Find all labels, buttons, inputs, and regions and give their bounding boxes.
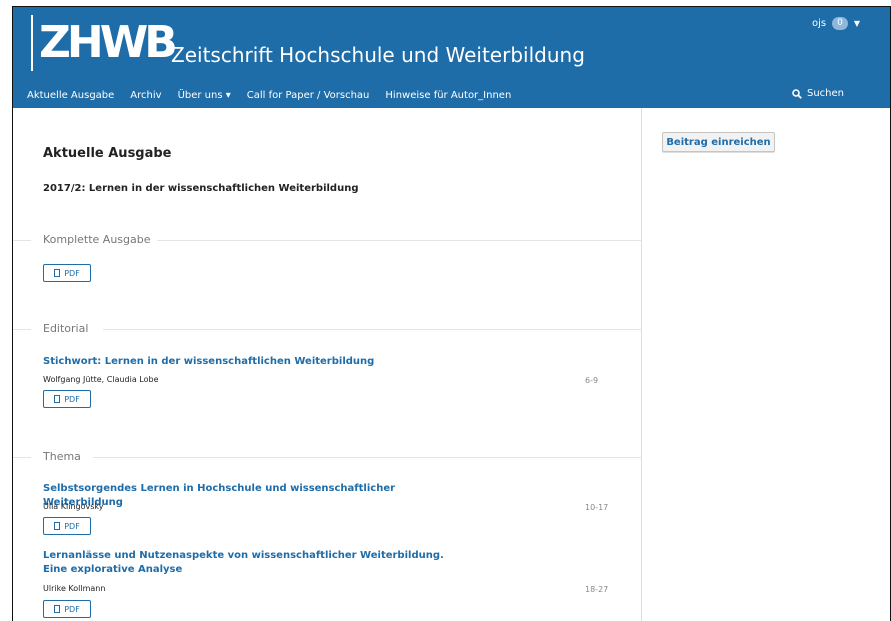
primary-nav: Aktuelle Ausgabe Archiv Über uns ▾ Call … [13, 82, 890, 108]
main-content: Aktuelle Ausgabe 2017/2: Lernen in der w… [13, 108, 641, 621]
pdf-button-article[interactable]: PDF [43, 517, 91, 535]
pdf-button-komplette-ausgabe[interactable]: PDF [43, 264, 91, 282]
search-label: Suchen [806, 88, 844, 99]
nav-item-ueber-uns[interactable]: Über uns ▾ [178, 90, 231, 101]
pdf-label: PDF [64, 268, 80, 278]
section-label: Thema [43, 450, 81, 463]
section-rule [13, 457, 31, 458]
pdf-label: PDF [64, 394, 80, 404]
article-authors: Wolfgang Jütte, Claudia Lobe [43, 375, 159, 384]
browser-frame: ZHWB Zeitschrift Hochschule und Weiterbi… [12, 6, 891, 621]
file-icon [54, 269, 61, 277]
site-header: ZHWB Zeitschrift Hochschule und Weiterbi… [13, 7, 890, 108]
section-heading-thema: Thema [13, 450, 641, 464]
article-pages: 10-17 [585, 503, 609, 512]
section-rule [157, 240, 641, 241]
article-title-link[interactable]: Selbstsorgendes Lernen in Hochschule und… [43, 482, 463, 510]
section-rule [13, 329, 31, 330]
article-pages: 18-27 [585, 585, 609, 594]
notification-badge: 0 [832, 17, 848, 30]
section-rule [93, 457, 641, 458]
chevron-down-icon: ▼ [853, 19, 860, 28]
pdf-label: PDF [64, 521, 80, 531]
page-title: Aktuelle Ausgabe [43, 146, 172, 161]
pdf-button-article[interactable]: PDF [43, 390, 91, 408]
issue-title: 2017/2: Lernen in der wissenschaftlichen… [43, 183, 359, 194]
logo-mark: ZHWB [39, 17, 178, 68]
nav-item-call-for-paper[interactable]: Call for Paper / Vorschau [247, 90, 370, 101]
user-menu[interactable]: ojs 0 ▼ [812, 17, 860, 30]
file-icon [54, 522, 61, 530]
section-label: Komplette Ausgabe [43, 233, 151, 246]
search-link[interactable]: Suchen [792, 88, 844, 99]
sidebar: Beitrag einreichen [642, 108, 890, 621]
section-heading-editorial: Editorial [13, 322, 641, 336]
pdf-label: PDF [64, 604, 80, 614]
user-name: ojs [812, 18, 827, 29]
section-label: Editorial [43, 322, 89, 335]
section-rule [13, 240, 31, 241]
article-title-link[interactable]: Stichwort: Lernen in der wissenschaftlic… [43, 355, 463, 369]
section-heading-komplette-ausgabe: Komplette Ausgabe [13, 233, 641, 247]
article-pages: 6-9 [585, 376, 599, 385]
site-logo[interactable]: ZHWB [31, 15, 178, 71]
file-icon [54, 395, 61, 403]
article-authors: Ulrike Kollmann [43, 584, 106, 593]
site-title[interactable]: Zeitschrift Hochschule und Weiterbildung [171, 43, 585, 67]
file-icon [54, 605, 61, 613]
search-icon [792, 88, 802, 99]
nav-item-archiv[interactable]: Archiv [130, 90, 161, 101]
section-rule [103, 329, 641, 330]
nav-item-hinweise[interactable]: Hinweise für Autor_Innen [385, 90, 511, 101]
submit-article-button[interactable]: Beitrag einreichen [662, 132, 775, 152]
pdf-button-article[interactable]: PDF [43, 600, 91, 618]
article-title-link[interactable]: Lernanlässe und Nutzenaspekte von wissen… [43, 549, 463, 577]
article-authors: Ulla Klingovsky [43, 502, 104, 511]
nav-item-aktuelle-ausgabe[interactable]: Aktuelle Ausgabe [27, 90, 114, 101]
logo-bar [31, 15, 33, 71]
